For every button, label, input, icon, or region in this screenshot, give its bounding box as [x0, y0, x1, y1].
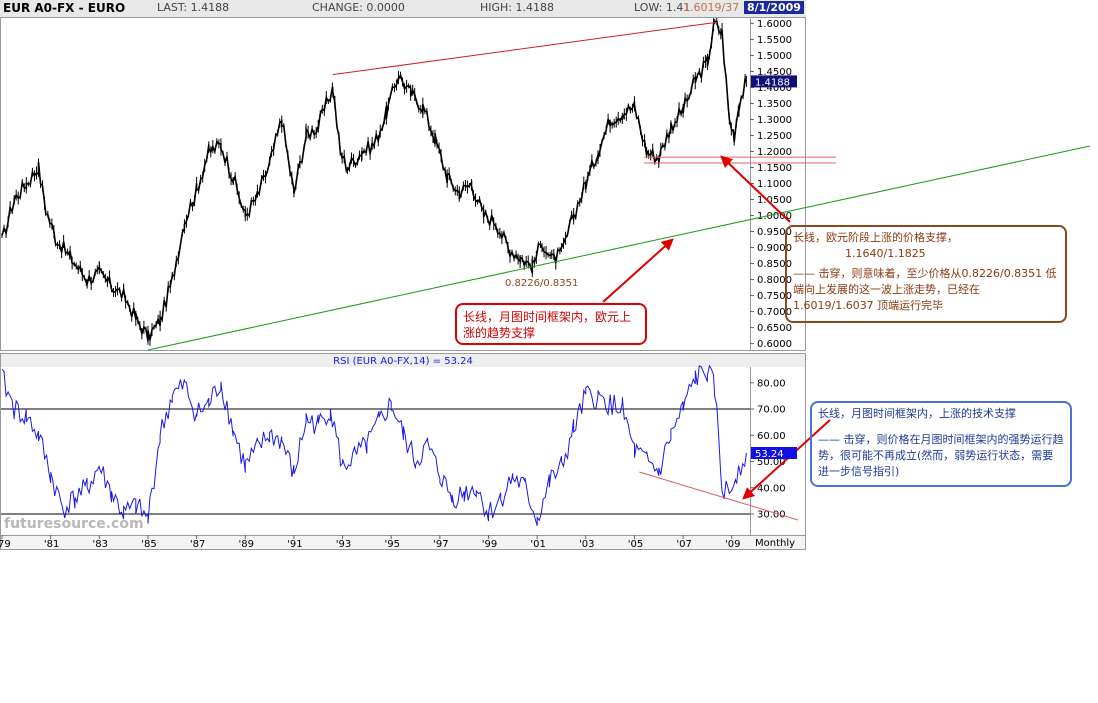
price-tick-label: 1.5000: [757, 51, 792, 62]
x-tick-label: '95: [384, 539, 399, 550]
price-tick-label: 1.3000: [757, 115, 792, 126]
price-tick-label: 0.6000: [757, 339, 792, 350]
price-tick-label: 1.2000: [757, 147, 792, 158]
chart-header: EUR A0-FX - EURO LAST: 1.4188 CHANGE: 0.…: [0, 0, 806, 18]
x-tick-label: '03: [579, 539, 594, 550]
x-tick-label: '09: [725, 539, 740, 550]
price-tick-label: 1.3500: [757, 99, 792, 110]
price-tick-label: 0.6500: [757, 323, 792, 334]
rsi-tick-label: 70.00: [757, 405, 786, 416]
rsi-support-note-title: 长线，月图时间框架内，上涨的技术支撑: [818, 407, 1016, 420]
price-support-note-title: 长线，欧元阶段上涨的价格支撑，: [793, 231, 958, 244]
trend-support-note-text: 长线，月图时间框架内，欧元上涨的趋势支撑: [463, 310, 632, 340]
price-tick-label: 1.2500: [757, 131, 792, 142]
low-annotation: 0.8226/0.8351: [505, 278, 578, 289]
price-support-note: 长线，欧元阶段上涨的价格支撑， 1.1640/1.1825 —— 击穿，则意味着…: [785, 225, 1067, 323]
period-label: Monthly: [755, 538, 795, 549]
date-badge: 8/1/2009: [744, 1, 804, 14]
x-tick-label: '99: [482, 539, 497, 550]
last-price: LAST: 1.4188: [157, 1, 230, 14]
x-tick-label: '07: [676, 539, 691, 550]
x-tick-label: '87: [190, 539, 205, 550]
x-tick-label: '81: [44, 539, 59, 550]
instrument-title: EUR A0-FX - EURO: [3, 1, 126, 15]
rsi-support-note-body: —— 击穿，则价格在月图时间框架内的强势运行趋势，很可能不再成立(然而，弱势运行…: [818, 433, 1064, 478]
x-tick-label: '91: [287, 539, 302, 550]
low-value: LOW: 1.41: [634, 1, 691, 14]
watermark: futuresource.com: [4, 516, 144, 532]
change-value: CHANGE: 0.0000: [312, 1, 405, 14]
high-peak-note: 1.6019/37: [683, 1, 740, 14]
rsi-value-tag-label: 53.24: [755, 449, 784, 460]
x-tick-label: '97: [433, 539, 448, 550]
rsi-header: RSI (EUR A0-FX,14) = 53.24: [333, 356, 473, 367]
x-tick-label: '89: [239, 539, 254, 550]
price-support-note-value: 1.1640/1.1825: [845, 247, 926, 260]
x-tick-label: '85: [141, 539, 156, 550]
x-tick-label: '93: [336, 539, 351, 550]
rsi-tick-label: 40.00: [757, 483, 786, 494]
rsi-tick-label: 60.00: [757, 431, 786, 442]
x-tick-label: '79: [0, 539, 11, 550]
rsi-tick-label: 80.00: [757, 378, 786, 389]
x-tick-label: '05: [628, 539, 643, 550]
price-tick-label: 1.1000: [757, 179, 792, 190]
rsi-panel-frame: [0, 353, 806, 536]
price-tick-label: 1.5500: [757, 35, 792, 46]
rsi-support-note: 长线，月图时间框架内，上涨的技术支撑 —— 击穿，则价格在月图时间框架内的强势运…: [810, 401, 1072, 487]
trend-support-note: 长线，月图时间框架内，欧元上涨的趋势支撑: [455, 303, 647, 345]
price-tick-label: 1.1500: [757, 163, 792, 174]
high-value: HIGH: 1.4188: [480, 1, 555, 14]
x-tick-label: '83: [93, 539, 108, 550]
price-support-note-body: —— 击穿，则意味着，至少价格从0.8226/0.8351 低端向上发展的这一波…: [793, 267, 1057, 312]
price-tick-label: 1.6000: [757, 19, 792, 30]
chart-canvas: 0.60000.65000.70000.75000.80000.85000.90…: [0, 17, 1091, 550]
last-price-tag-label: 1.4188: [755, 77, 790, 88]
x-tick-label: '01: [530, 539, 545, 550]
